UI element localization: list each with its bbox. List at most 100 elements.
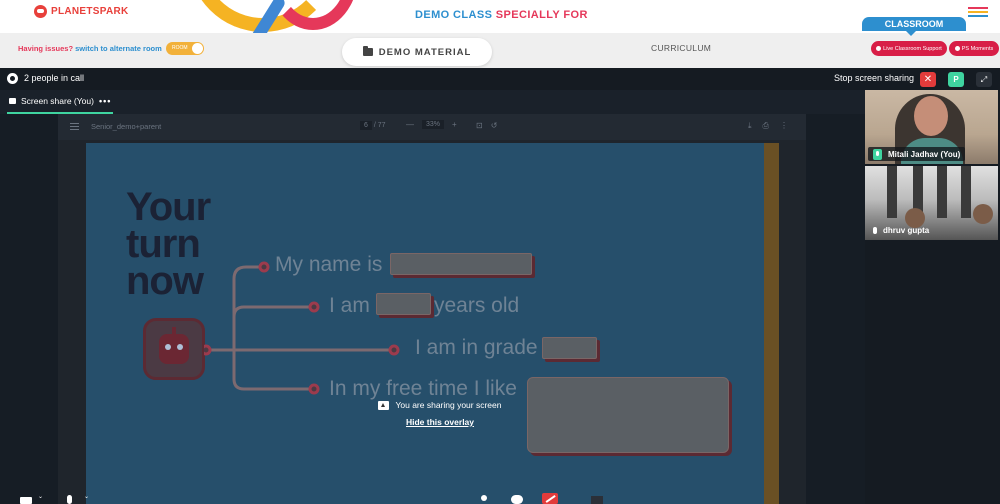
connector-dot <box>308 383 320 395</box>
participant-tile[interactable]: dhruv gupta <box>865 166 998 240</box>
pdf-page-indicator: 6 / 77 <box>360 121 386 130</box>
slide-title-line: Your <box>126 185 211 229</box>
participant-tile[interactable]: Mitali Jadhav (You) <box>865 90 998 164</box>
fit-page-icon[interactable]: ⊡ <box>476 121 483 130</box>
hide-overlay-link[interactable]: Hide this overlay <box>370 417 510 427</box>
pdf-file-name: Senior_demo+parent <box>91 122 162 131</box>
rotate-icon[interactable]: ↺ <box>491 121 498 130</box>
tab-label: Screen share (You) <box>21 96 94 106</box>
prompt-age-end: years old <box>434 294 520 317</box>
chevron-down-icon[interactable]: ⌄ <box>84 493 89 500</box>
pdf-view-icons: ⊡ ↺ <box>476 121 497 130</box>
ps-moments-label: PS Moments <box>961 45 994 52</box>
menu-line <box>968 11 988 13</box>
zoom-level[interactable]: 33% <box>422 120 445 129</box>
participant-face <box>914 96 948 136</box>
toggle-knob <box>192 43 203 54</box>
pdf-zoom-controls: — 33% + <box>406 120 457 129</box>
classroom-tab[interactable]: CLASSROOM <box>862 17 966 31</box>
gear-icon[interactable] <box>7 73 18 84</box>
answer-box-grade <box>542 337 597 359</box>
pdf-action-icons: ⤓ ⎙ ⋮ <box>748 121 788 131</box>
shared-screen: Senior_demo+parent 6 / 77 — 33% + ⊡ ↺ ⤓ … <box>0 114 865 504</box>
people-count[interactable]: 2 people in call <box>24 73 84 83</box>
demo-material-button[interactable]: DEMO MATERIAL <box>342 38 492 66</box>
pdf-page-input[interactable]: 6 <box>360 121 372 130</box>
alternate-room-link[interactable]: switch to alternate room <box>75 44 162 53</box>
slide-title-line: turn <box>126 222 201 266</box>
prompt-free-time: In my free time I like <box>329 377 517 400</box>
pdf-page-total: / 77 <box>373 122 386 129</box>
robot-icon <box>143 318 205 380</box>
stop-share-icon[interactable] <box>542 493 558 504</box>
prompt-name: My name is <box>275 253 383 276</box>
connector-dot <box>308 301 320 313</box>
sharing-message: You are sharing your screen <box>370 400 510 410</box>
people-icon[interactable] <box>481 495 487 501</box>
call-controls: ⌄ ⌄ <box>0 488 1000 504</box>
robot-antenna <box>172 327 176 334</box>
participant-name-tag: dhruv gupta <box>868 223 934 237</box>
download-icon[interactable]: ⤓ <box>748 121 752 131</box>
print-icon[interactable]: ⎙ <box>763 121 769 131</box>
pdf-menu-icon[interactable] <box>70 123 79 132</box>
stop-sharing-button[interactable]: ✕ <box>920 72 936 87</box>
issues-text: Having issues? <box>18 44 74 53</box>
video-call-area: 2 people in call Stop screen sharing ✕ P… <box>0 68 1000 504</box>
participant-name: Mitali Jadhav (You) <box>888 149 961 159</box>
tab-screen-share[interactable]: Screen share (You) ••• <box>7 90 114 114</box>
demo-material-label: DEMO MATERIAL <box>378 46 472 58</box>
zoom-in-icon[interactable]: + <box>452 120 457 129</box>
answer-box-age <box>376 293 431 315</box>
mic-on-icon <box>873 148 882 160</box>
prompt-age-start: I am <box>329 294 370 317</box>
planetspark-logo[interactable]: PLANETSPARK <box>34 5 129 18</box>
moments-icon <box>954 46 960 51</box>
folder-icon <box>362 46 373 56</box>
pdf-viewer: Senior_demo+parent 6 / 77 — 33% + ⊡ ↺ ⤓ … <box>58 114 806 504</box>
more-options-icon[interactable]: ••• <box>99 96 111 106</box>
connector-dot <box>388 344 400 356</box>
headline-part2: SPECIALLY FOR <box>495 9 588 21</box>
participant-figure <box>973 204 993 224</box>
chat-icon[interactable] <box>511 495 523 504</box>
alternate-room-toggle[interactable]: ROOM <box>166 42 204 55</box>
menu-line <box>968 15 988 17</box>
stop-screen-sharing-label[interactable]: Stop screen sharing <box>834 73 914 83</box>
zoom-out-icon[interactable]: — <box>406 120 414 129</box>
connector-dot <box>258 261 270 273</box>
answer-box-free-time <box>527 377 729 453</box>
user-avatar[interactable]: P <box>948 72 964 87</box>
pdf-toolbar: Senior_demo+parent 6 / 77 — 33% + ⊡ ↺ ⤓ … <box>58 114 806 140</box>
menu-line <box>968 7 988 9</box>
microphone-icon[interactable] <box>67 495 72 504</box>
issues-message: Having issues? switch to alternate room <box>18 44 162 53</box>
chevron-down-icon[interactable]: ⌄ <box>38 493 43 500</box>
answer-box-name <box>390 253 532 275</box>
camera-icon[interactable] <box>20 497 32 504</box>
share-tab-bar: Screen share (You) ••• <box>0 90 865 114</box>
more-controls-icon[interactable] <box>591 496 603 504</box>
slide-edge <box>764 143 779 504</box>
slide-title-line: now <box>126 259 204 303</box>
call-top-bar: 2 people in call Stop screen sharing ✕ P… <box>0 68 1000 90</box>
connector-dot <box>204 344 212 356</box>
screen-icon <box>9 98 16 104</box>
slide-page: Your turn now My name is I am years old … <box>86 143 779 504</box>
toggle-label: ROOM <box>172 45 188 51</box>
fullscreen-icon[interactable]: ⤢ <box>976 72 992 87</box>
present-screen-icon <box>378 400 390 410</box>
mic-icon <box>873 226 877 234</box>
participant-name-tag: Mitali Jadhav (You) <box>868 147 966 161</box>
more-icon[interactable]: ⋮ <box>780 121 788 131</box>
support-icon <box>876 46 882 51</box>
planetspark-logo-icon <box>34 5 47 18</box>
ps-moments-button[interactable]: PS Moments <box>949 41 999 56</box>
hamburger-menu-icon[interactable] <box>968 7 988 19</box>
live-classroom-support-button[interactable]: Live Classroom Support <box>871 41 947 56</box>
headline-part1: DEMO CLASS <box>415 9 496 21</box>
robot-face <box>159 334 189 364</box>
curriculum-link[interactable]: CURRICULUM <box>651 43 711 53</box>
classroom-caret-icon <box>906 31 916 36</box>
sharing-text: You are sharing your screen <box>395 400 502 410</box>
